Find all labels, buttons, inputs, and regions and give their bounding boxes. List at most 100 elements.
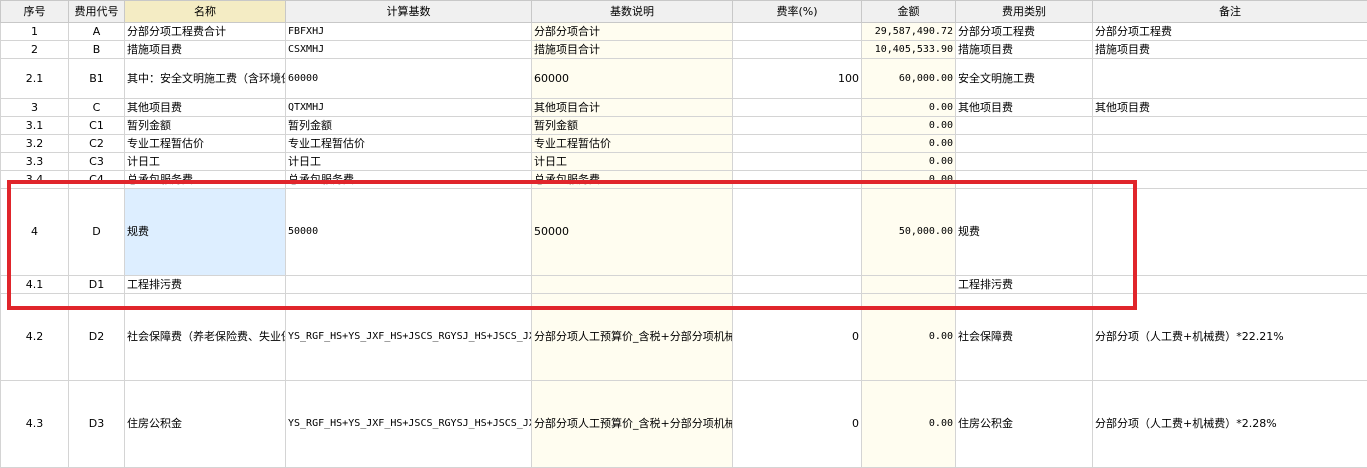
cell-code[interactable]: D1	[69, 276, 125, 294]
cell-category[interactable]	[956, 117, 1093, 135]
cell-rate[interactable]	[733, 153, 862, 171]
cell-amount[interactable]	[862, 276, 956, 294]
table-row[interactable]: 4.3 D3 住房公积金 YS_RGF_HS+YS_JXF_HS+JSCS_RG…	[1, 381, 1367, 468]
cell-note[interactable]	[1093, 189, 1367, 276]
cell-desc[interactable]: 专业工程暂估价	[532, 135, 733, 153]
cell-category[interactable]: 分部分项工程费	[956, 23, 1093, 41]
col-header-amount[interactable]: 金额	[862, 1, 956, 23]
cell-desc[interactable]	[532, 276, 733, 294]
cell-rate[interactable]	[733, 135, 862, 153]
col-header-base[interactable]: 计算基数	[286, 1, 532, 23]
table-row[interactable]: 3.3 C3 计日工 计日工 计日工 0.00	[1, 153, 1367, 171]
cell-base[interactable]: YS_RGF_HS+YS_JXF_HS+JSCS_RGYSJ_HS+JSCS_J…	[286, 294, 532, 381]
cell-note[interactable]: 分部分项（人工费+机械费）*2.28%	[1093, 381, 1367, 468]
cell-note[interactable]: 措施项目费	[1093, 41, 1367, 59]
table-row[interactable]: 3 C 其他项目费 QTXMHJ 其他项目合计 0.00 其他项目费 其他项目费	[1, 99, 1367, 117]
col-header-category[interactable]: 费用类别	[956, 1, 1093, 23]
cell-base[interactable]: 总承包服务费	[286, 171, 532, 189]
cell-seq[interactable]: 4.1	[1, 276, 69, 294]
col-header-rate[interactable]: 费率(%)	[733, 1, 862, 23]
table-row[interactable]: 3.2 C2 专业工程暂估价 专业工程暂估价 专业工程暂估价 0.00	[1, 135, 1367, 153]
cell-amount[interactable]: 50,000.00	[862, 189, 956, 276]
cell-rate[interactable]: 100	[733, 59, 862, 99]
cell-category[interactable]	[956, 171, 1093, 189]
cell-desc[interactable]: 总承包服务费	[532, 171, 733, 189]
cell-category[interactable]: 其他项目费	[956, 99, 1093, 117]
col-header-name[interactable]: 名称	[125, 1, 286, 23]
cell-category[interactable]: 安全文明施工费	[956, 59, 1093, 99]
cell-seq[interactable]: 2.1	[1, 59, 69, 99]
cell-amount[interactable]: 0.00	[862, 135, 956, 153]
col-header-note[interactable]: 备注	[1093, 1, 1367, 23]
cell-note[interactable]	[1093, 59, 1367, 99]
cell-code[interactable]: C2	[69, 135, 125, 153]
cell-rate[interactable]	[733, 276, 862, 294]
cell-desc[interactable]: 50000	[532, 189, 733, 276]
cell-desc[interactable]: 暂列金额	[532, 117, 733, 135]
cell-base[interactable]: 计日工	[286, 153, 532, 171]
cell-code[interactable]: A	[69, 23, 125, 41]
cell-category[interactable]	[956, 153, 1093, 171]
cell-rate[interactable]	[733, 23, 862, 41]
cell-base[interactable]: 暂列金额	[286, 117, 532, 135]
cell-category[interactable]: 社会保障费	[956, 294, 1093, 381]
cell-name[interactable]: 工程排污费	[125, 276, 286, 294]
cell-base[interactable]: QTXMHJ	[286, 99, 532, 117]
cell-name[interactable]: 其他项目费	[125, 99, 286, 117]
cell-code[interactable]: C1	[69, 117, 125, 135]
cell-note[interactable]	[1093, 135, 1367, 153]
cell-base[interactable]: CSXMHJ	[286, 41, 532, 59]
cell-name[interactable]: 计日工	[125, 153, 286, 171]
cell-category[interactable]: 规费	[956, 189, 1093, 276]
cell-name[interactable]: 总承包服务费	[125, 171, 286, 189]
cell-code[interactable]: D2	[69, 294, 125, 381]
cell-rate[interactable]	[733, 189, 862, 276]
table-row[interactable]: 4.1 D1 工程排污费 工程排污费	[1, 276, 1367, 294]
cell-rate[interactable]	[733, 99, 862, 117]
cell-amount[interactable]: 0.00	[862, 153, 956, 171]
cell-code[interactable]: C3	[69, 153, 125, 171]
cell-code[interactable]: D3	[69, 381, 125, 468]
table-row[interactable]: 2 B 措施项目费 CSXMHJ 措施项目合计 10,405,533.90 措施…	[1, 41, 1367, 59]
table-row-selected[interactable]: 4 D 规费 50000 50000 50,000.00 规费	[1, 189, 1367, 276]
table-row[interactable]: 3.1 C1 暂列金额 暂列金额 暂列金额 0.00	[1, 117, 1367, 135]
cell-seq[interactable]: 4.3	[1, 381, 69, 468]
cell-seq[interactable]: 3.3	[1, 153, 69, 171]
cell-name[interactable]: 其中：安全文明施工费（含环境保护、文明施工、安全施工、临时设施）	[125, 59, 286, 99]
cell-desc[interactable]: 其他项目合计	[532, 99, 733, 117]
cell-name[interactable]: 住房公积金	[125, 381, 286, 468]
cell-desc[interactable]: 60000	[532, 59, 733, 99]
cell-rate[interactable]	[733, 171, 862, 189]
cell-rate[interactable]	[733, 41, 862, 59]
cell-note[interactable]	[1093, 171, 1367, 189]
col-header-code[interactable]: 费用代号	[69, 1, 125, 23]
cell-amount[interactable]: 10,405,533.90	[862, 41, 956, 59]
cell-seq[interactable]: 4	[1, 189, 69, 276]
cell-base[interactable]	[286, 276, 532, 294]
cell-category[interactable]: 工程排污费	[956, 276, 1093, 294]
cell-note[interactable]: 分部分项（人工费+机械费）*22.21%	[1093, 294, 1367, 381]
col-header-desc[interactable]: 基数说明	[532, 1, 733, 23]
cell-seq[interactable]: 4.2	[1, 294, 69, 381]
table-row[interactable]: 4.2 D2 社会保障费（养老保险费、失业保险费、医疗保险费） YS_RGF_H…	[1, 294, 1367, 381]
table-row[interactable]: 3.4 C4 总承包服务费 总承包服务费 总承包服务费 0.00	[1, 171, 1367, 189]
cell-seq[interactable]: 3.4	[1, 171, 69, 189]
cell-category[interactable]: 措施项目费	[956, 41, 1093, 59]
cell-amount[interactable]: 60,000.00	[862, 59, 956, 99]
cell-amount[interactable]: 0.00	[862, 294, 956, 381]
cell-code[interactable]: B	[69, 41, 125, 59]
cell-desc[interactable]: 分部分项合计	[532, 23, 733, 41]
cell-name[interactable]: 专业工程暂估价	[125, 135, 286, 153]
cell-base[interactable]: 专业工程暂估价	[286, 135, 532, 153]
cell-name-selected[interactable]: 规费	[125, 189, 286, 276]
cell-base[interactable]: YS_RGF_HS+YS_JXF_HS+JSCS_RGYSJ_HS+JSCS_J…	[286, 381, 532, 468]
cell-code[interactable]: C4	[69, 171, 125, 189]
table-row[interactable]: 1 A 分部分项工程费合计 FBFXHJ 分部分项合计 29,587,490.7…	[1, 23, 1367, 41]
cell-rate[interactable]: 0	[733, 381, 862, 468]
cell-desc[interactable]: 分部分项人工预算价_含税+分部分项机械预算价_含税+技术措施人工预算价_含税+技…	[532, 381, 733, 468]
cell-seq[interactable]: 3	[1, 99, 69, 117]
cell-seq[interactable]: 3.2	[1, 135, 69, 153]
cell-note[interactable]	[1093, 153, 1367, 171]
cell-note[interactable]	[1093, 117, 1367, 135]
cell-amount[interactable]: 0.00	[862, 381, 956, 468]
